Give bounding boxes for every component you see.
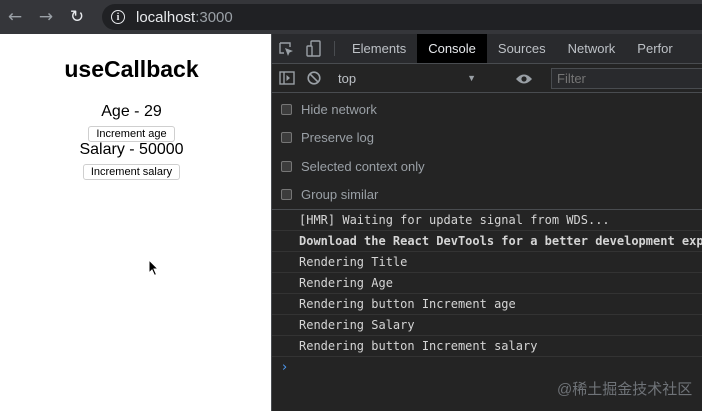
back-arrow-icon[interactable]: ← [4, 6, 26, 28]
mouse-cursor-icon [148, 259, 160, 277]
setting-hide-network[interactable]: Hide network [272, 95, 702, 124]
browser-toolbar: ← → ↻ i localhost:3000 [0, 0, 702, 34]
url-text: localhost:3000 [136, 9, 233, 26]
url-host: localhost [136, 8, 196, 26]
context-selector-value: top [338, 70, 357, 86]
setting-label: Group similar [301, 187, 379, 203]
page-title: useCallback [64, 56, 199, 82]
url-port: :3000 [195, 8, 233, 26]
increment-salary-button[interactable]: Increment salary [82, 164, 181, 180]
log-message: Download the React DevTools for a better… [272, 231, 702, 252]
log-message: [HMR] Waiting for update signal from WDS… [272, 210, 702, 231]
page-viewport: useCallback Age - 29 Increment age Salar… [0, 34, 271, 411]
console-log: [HMR] Waiting for update signal from WDS… [272, 210, 702, 378]
setting-preserve-log[interactable]: Preserve log [272, 124, 702, 153]
clear-console-icon[interactable] [302, 64, 326, 93]
watermark: @稀土掘金技术社区 [557, 381, 693, 398]
setting-label: Selected context only [301, 158, 425, 174]
tab-performance[interactable]: Perfor [626, 34, 683, 63]
reload-icon[interactable]: ↻ [66, 6, 88, 28]
setting-selected-context-only[interactable]: Selected context only [272, 152, 702, 181]
forward-arrow-icon[interactable]: → [35, 6, 57, 28]
devtools-panel: Elements Console Sources Network Perfor … [271, 34, 702, 411]
console-toolbar: top ▼ [272, 64, 702, 93]
salary-text: Salary - 50000 [79, 141, 184, 158]
log-message: Rendering button Increment age [272, 294, 702, 315]
live-expression-eye-icon[interactable] [510, 64, 538, 93]
tab-network[interactable]: Network [557, 34, 627, 63]
filter-input[interactable] [551, 68, 702, 89]
context-selector[interactable]: top ▼ [334, 68, 480, 88]
setting-group-similar[interactable]: Group similar [272, 181, 702, 210]
tab-elements[interactable]: Elements [341, 34, 417, 63]
address-bar[interactable]: i localhost:3000 [102, 4, 702, 30]
console-prompt[interactable]: › [272, 357, 702, 378]
setting-label: Preserve log [301, 130, 374, 146]
log-message: Rendering Title [272, 252, 702, 273]
console-settings: Hide network Preserve log Selected conte… [272, 93, 702, 210]
hide-network-checkbox[interactable] [281, 103, 292, 115]
site-info-icon[interactable]: i [111, 10, 125, 24]
increment-age-button[interactable]: Increment age [88, 126, 175, 142]
prompt-chevron-icon: › [282, 360, 288, 375]
devtools-tab-bar: Elements Console Sources Network Perfor [272, 34, 702, 64]
tab-console[interactable]: Console [417, 34, 487, 63]
preserve-log-checkbox[interactable] [281, 132, 292, 144]
device-toolbar-icon[interactable] [300, 34, 328, 63]
tab-divider [334, 41, 335, 56]
age-text: Age - 29 [101, 103, 162, 120]
group-similar-checkbox[interactable] [281, 189, 292, 201]
sidebar-toggle-icon[interactable] [272, 64, 302, 93]
selected-context-only-checkbox[interactable] [281, 160, 292, 172]
log-message: Rendering Salary [272, 315, 702, 336]
dropdown-arrow-icon: ▼ [467, 73, 476, 83]
log-message: Rendering Age [272, 273, 702, 294]
log-message: Rendering button Increment salary [272, 336, 702, 357]
inspect-element-icon[interactable] [272, 34, 300, 63]
setting-label: Hide network [301, 101, 377, 117]
tab-sources[interactable]: Sources [487, 34, 557, 63]
